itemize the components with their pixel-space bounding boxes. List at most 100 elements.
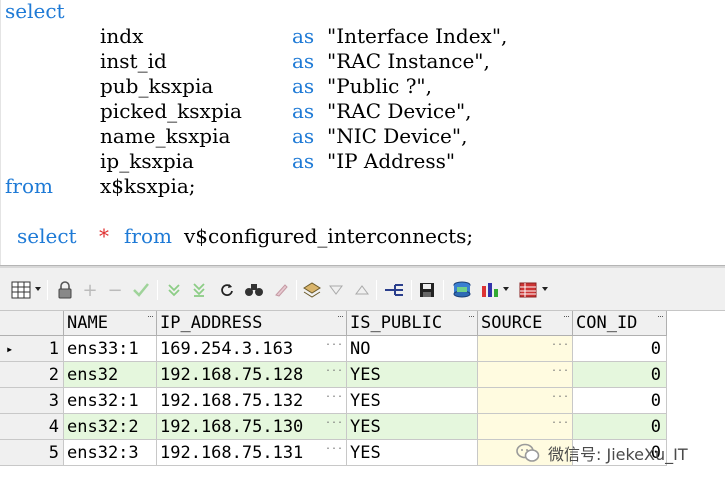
code-line-6: name_ksxpia as "NIC Device", [0,124,467,149]
code-line-4: pub_ksxpia as "Public ?", [0,74,432,99]
row-number[interactable]: 5 [0,440,64,466]
column-menu-icon[interactable] [338,316,343,319]
cell-is-public[interactable]: NO [347,336,478,362]
lock-icon[interactable] [55,280,75,300]
column-name: inst_id [100,49,167,73]
column-header-is-public[interactable]: IS_PUBLIC [347,311,478,336]
column-header-source[interactable]: SOURCE [478,311,573,336]
cell-source[interactable]: ... [478,388,573,414]
column-name: ip_ksxpia [100,149,194,173]
column-name: picked_ksxpia [100,99,242,123]
row-number[interactable]: ▸ 1 [0,336,64,362]
column-header-ip-address[interactable]: IP_ADDRESS [157,311,347,336]
row-number[interactable]: 3 [0,388,64,414]
grid-corner[interactable] [0,311,64,336]
chevron-down-icon[interactable] [542,287,548,291]
cell-ip-address[interactable]: 192.168.75.131... [157,440,347,466]
cell-ellipsis-button[interactable]: ... [325,338,343,348]
cell-name[interactable]: ens32:2 [64,414,157,440]
filter-down-icon[interactable] [328,280,344,300]
cell-ellipsis-button[interactable]: ... [325,390,343,400]
cell-ellipsis-button[interactable]: ... [551,390,569,400]
database-icon[interactable] [451,280,473,300]
column-menu-icon[interactable] [658,316,663,319]
table-name: v$configured_interconnects; [184,224,474,248]
from-keyword: from [124,224,172,248]
column-menu-icon[interactable] [148,316,153,319]
code-line-5: picked_ksxpia as "RAC Device", [0,99,472,124]
column-alias: "Public ?", [327,74,432,98]
chart-icon[interactable] [480,280,500,300]
as-keyword: as [292,124,315,148]
column-menu-icon[interactable] [564,316,569,319]
cell-name[interactable]: ens32:3 [64,440,157,466]
cell-source[interactable]: ... [478,414,573,440]
cell-ip-address[interactable]: 169.254.3.163... [157,336,347,362]
code-line-2: indx as "Interface Index", [0,24,507,49]
cell-source[interactable]: ... [478,336,573,362]
cell-name[interactable]: ens32 [64,362,157,388]
save-icon[interactable] [418,280,436,300]
wechat-logo-icon [516,443,540,462]
code-line-8: from x$ksxpia; [0,174,196,199]
as-keyword: as [292,24,315,48]
column-alias: "RAC Device", [327,99,472,123]
cell-con-id[interactable]: 0 [573,336,667,362]
sql-editor[interactable]: select indx as "Interface Index", inst_i… [0,0,725,265]
filter-up-icon[interactable] [354,280,370,300]
column-header-label: CON_ID [576,313,638,333]
code-line-10: select * from v$configured_interconnects… [0,224,473,249]
column-header-con-id[interactable]: CON_ID [573,311,667,336]
cell-ip-address[interactable]: 192.168.75.132... [157,388,347,414]
cell-name[interactable]: ens33:1 [64,336,157,362]
find-icon[interactable] [244,280,264,300]
cell-ellipsis-button[interactable]: ... [551,338,569,348]
cell-is-public[interactable]: YES [347,440,478,466]
query-plan-icon[interactable] [383,280,405,300]
cell-is-public[interactable]: YES [347,414,478,440]
current-row-indicator-icon: ▸ [6,342,14,356]
cell-ellipsis-button[interactable]: ... [551,416,569,426]
chevron-down-icon[interactable] [503,287,509,291]
cell-ip-address[interactable]: 192.168.75.128... [157,362,347,388]
toolbar-separator [296,280,297,300]
column-header-name[interactable]: NAME [64,311,157,336]
table-name: x$ksxpia; [100,174,196,198]
row-number[interactable]: 2 [0,362,64,388]
grid-view-icon[interactable] [10,280,32,300]
column-header-label: NAME [67,313,108,333]
add-record-icon[interactable]: + [81,280,99,301]
cell-ellipsis-button[interactable]: ... [325,442,343,452]
clear-icon[interactable] [272,280,290,300]
wechat-watermark: 微信号: JiekeXu_IT [516,440,688,466]
cell-con-id[interactable]: 0 [573,388,667,414]
cell-con-id[interactable]: 0 [573,362,667,388]
cell-source[interactable]: ... [478,362,573,388]
cell-is-public[interactable]: YES [347,388,478,414]
column-name: indx [100,24,144,48]
cell-name[interactable]: ens32:1 [64,388,157,414]
cell-is-public[interactable]: YES [347,362,478,388]
as-keyword: as [292,99,315,123]
export-icon[interactable] [302,280,322,300]
column-header-label: SOURCE [481,313,543,333]
last-page-icon[interactable] [190,280,208,300]
next-page-icon[interactable] [165,280,183,300]
refresh-icon[interactable] [218,280,236,300]
from-keyword: from [5,174,53,198]
chevron-down-icon[interactable] [35,287,41,291]
table-layout-icon[interactable] [518,280,538,300]
toolbar-separator [47,280,48,300]
column-menu-icon[interactable] [469,316,474,319]
as-keyword: as [292,74,315,98]
row-number[interactable]: 4 [0,414,64,440]
code-line-7: ip_ksxpia as "IP Address" [0,149,455,174]
cell-con-id[interactable]: 0 [573,414,667,440]
cell-ellipsis-button[interactable]: ... [325,416,343,426]
cell-ip-address[interactable]: 192.168.75.130... [157,414,347,440]
post-edit-icon[interactable] [131,280,151,300]
code-line-3: inst_id as "RAC Instance", [0,49,490,74]
cell-ellipsis-button[interactable]: ... [325,364,343,374]
delete-record-icon[interactable]: − [106,280,124,301]
cell-ellipsis-button[interactable]: ... [551,364,569,374]
